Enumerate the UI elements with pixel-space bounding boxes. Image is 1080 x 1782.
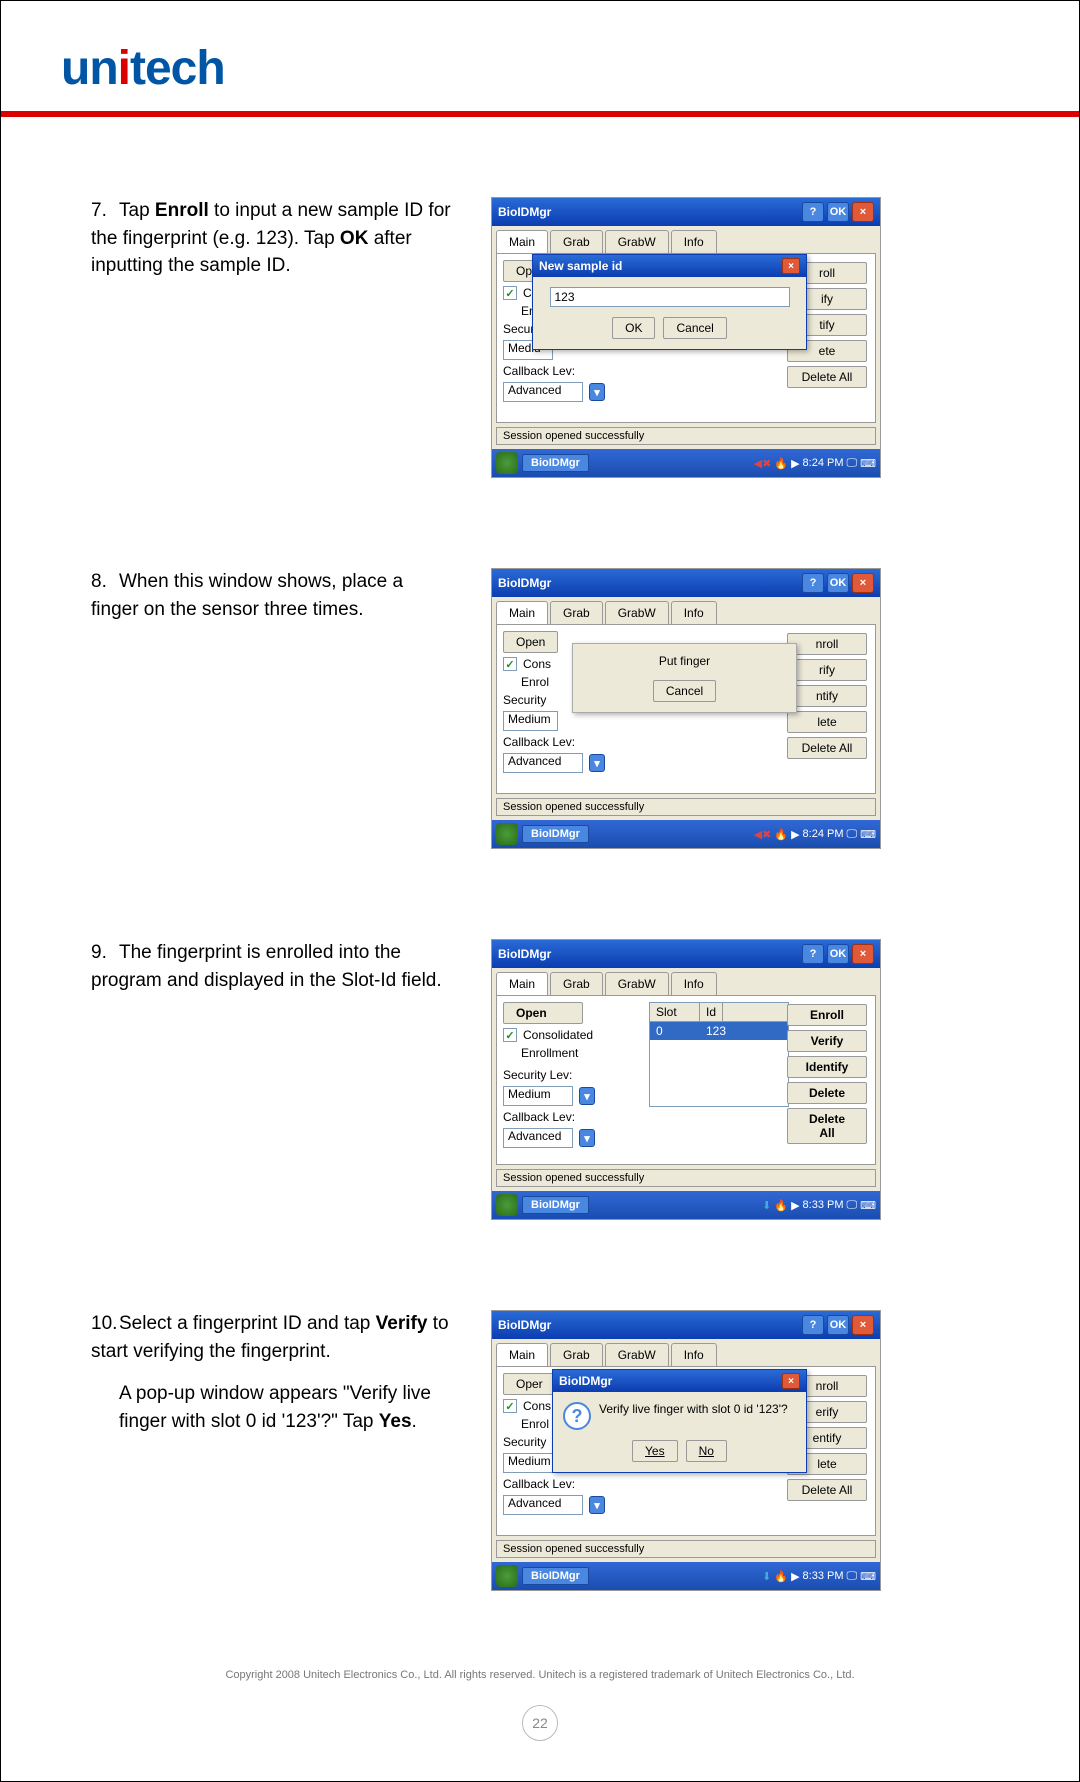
identify-button[interactable]: Identify: [787, 1056, 867, 1078]
table-row[interactable]: 0123: [650, 1022, 788, 1040]
dialog-close-icon[interactable]: ×: [782, 258, 800, 274]
clock: 8:24 PM: [803, 828, 844, 840]
page-number: 22: [522, 1705, 558, 1741]
open-button[interactable]: Open: [503, 1002, 583, 1024]
logo: unitech: [61, 41, 1019, 96]
sample-id-input[interactable]: [550, 287, 790, 307]
step-10: 10.Select a fingerprint ID and tap Verif…: [91, 1310, 989, 1591]
dialog-title: New sample id: [539, 259, 622, 273]
window-title: BioIDMgr: [498, 1318, 551, 1332]
screenshot-10: BioIDMgr?OK× MainGrabGrabWInfo Oper ✓Con…: [491, 1310, 881, 1591]
dropdown-icon[interactable]: ▾: [589, 1496, 605, 1514]
tab-main[interactable]: Main: [496, 230, 548, 253]
yes-button[interactable]: Yes: [632, 1440, 678, 1462]
enroll-button[interactable]: Enroll: [787, 1004, 867, 1026]
delete-all-button[interactable]: Delete All: [787, 1479, 867, 1501]
verify-button[interactable]: Verify: [787, 1030, 867, 1052]
close-button[interactable]: ×: [852, 202, 874, 222]
delete-all-button[interactable]: Delete All: [787, 366, 867, 388]
clock: 8:33 PM: [803, 1570, 844, 1582]
slot-id-table[interactable]: SlotId 0123: [649, 1002, 789, 1107]
cancel-button[interactable]: Cancel: [653, 680, 716, 702]
delete-all-button[interactable]: Delete All: [787, 737, 867, 759]
close-button[interactable]: ×: [852, 1315, 874, 1335]
step-7: 7.Tap Enroll to input a new sample ID fo…: [91, 197, 989, 478]
close-button[interactable]: ×: [852, 573, 874, 593]
status-bar: Session opened successfully: [496, 798, 876, 816]
start-button[interactable]: [496, 1194, 518, 1216]
clock: 8:24 PM: [803, 457, 844, 469]
help-button[interactable]: ?: [802, 202, 824, 222]
window-title: BioIDMgr: [498, 576, 551, 590]
dialog-close-icon[interactable]: ×: [782, 1373, 800, 1389]
callback-select[interactable]: Advanced: [503, 382, 583, 402]
step-9: 9.The fingerprint is enrolled into the p…: [91, 939, 989, 1220]
status-bar: Session opened successfully: [496, 427, 876, 445]
callback-select[interactable]: Advanced: [503, 1128, 573, 1148]
col-slot: Slot: [650, 1003, 700, 1021]
copyright: Copyright 2008 Unitech Electronics Co., …: [1, 1669, 1079, 1681]
status-bar: Session opened successfully: [496, 1540, 876, 1558]
security-select[interactable]: Medium: [503, 1086, 573, 1106]
tab-grabw[interactable]: GrabW: [605, 230, 669, 253]
start-button[interactable]: [496, 823, 518, 845]
delete-all-button[interactable]: Delete All: [787, 1108, 867, 1144]
dialog-title: BioIDMgr: [559, 1374, 612, 1388]
step-10-text: 10.Select a fingerprint ID and tap Verif…: [91, 1310, 451, 1435]
dropdown-icon[interactable]: ▾: [589, 383, 605, 401]
step-9-text: 9.The fingerprint is enrolled into the p…: [91, 939, 451, 994]
dialog-message: Put finger: [583, 654, 786, 668]
screenshot-7: BioIDMgr?OK× MainGrabGrabWInfo Op ✓Co En…: [491, 197, 881, 478]
dialog-message: Verify live finger with slot 0 id '123'?: [563, 1402, 796, 1416]
no-button[interactable]: No: [686, 1440, 727, 1462]
cancel-button[interactable]: Cancel: [663, 317, 726, 339]
keyboard-icon: ⌨: [860, 457, 876, 470]
step-7-text: 7.Tap Enroll to input a new sample ID fo…: [91, 197, 451, 280]
dropdown-icon[interactable]: ▾: [579, 1087, 595, 1105]
screenshot-9: BioIDMgr?OK× MainGrabGrabWInfo Open ✓Con…: [491, 939, 881, 1220]
question-icon: ?: [563, 1402, 591, 1430]
clock: 8:33 PM: [803, 1199, 844, 1211]
close-button[interactable]: ×: [852, 944, 874, 964]
ok-button[interactable]: OK: [612, 317, 655, 339]
taskbar-app[interactable]: BioIDMgr: [522, 454, 589, 472]
delete-button[interactable]: Delete: [787, 1082, 867, 1104]
start-button[interactable]: [496, 1565, 518, 1587]
window-title: BioIDMgr: [498, 205, 551, 219]
status-bar: Session opened successfully: [496, 1169, 876, 1187]
dropdown-icon[interactable]: ▾: [589, 754, 605, 772]
dropdown-icon[interactable]: ▾: [579, 1129, 595, 1147]
tab-info[interactable]: Info: [671, 230, 717, 253]
start-button[interactable]: [496, 452, 518, 474]
screenshot-8: BioIDMgr?OK× MainGrabGrabWInfo Open ✓Con…: [491, 568, 881, 849]
ok-button-title[interactable]: OK: [827, 202, 849, 222]
tray-icon: 🖵: [847, 457, 858, 470]
step-8: 8.When this window shows, place a finger…: [91, 568, 989, 849]
consolidated-checkbox[interactable]: ✓: [503, 1028, 517, 1042]
tab-grab[interactable]: Grab: [550, 230, 603, 253]
step-8-text: 8.When this window shows, place a finger…: [91, 568, 451, 623]
window-title: BioIDMgr: [498, 947, 551, 961]
col-id: Id: [700, 1003, 723, 1021]
